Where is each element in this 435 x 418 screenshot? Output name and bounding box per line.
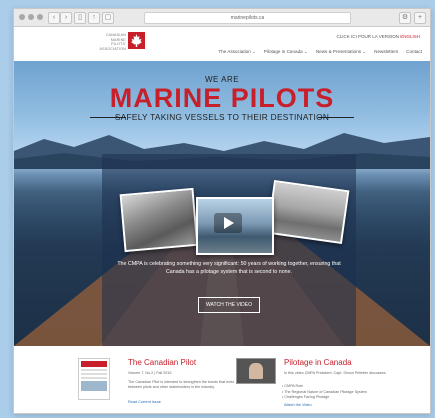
main-nav: The Association ⌄ Pilotage in Canada ⌄ N… (218, 49, 422, 55)
topics-list: CMPA Role The Regional Nature of Canadia… (282, 384, 367, 401)
reader-icon[interactable]: ⚙ (399, 12, 411, 24)
watch-the-video-link[interactable]: Watch the Video (284, 403, 312, 407)
play-icon[interactable] (214, 213, 242, 233)
historic-photo-harbour (119, 187, 199, 253)
issue-label: Volume 7, No.2 | Fall 2015 (128, 371, 172, 375)
share-icon[interactable]: ↑ (88, 12, 100, 24)
nav-item-contact[interactable]: Contact (406, 49, 422, 55)
close-window-icon[interactable] (19, 14, 25, 20)
browser-window: ‹ › ▯ ↑ ▢ marinepilots.ca ⚙ + Canadian M… (13, 8, 431, 414)
newsletter-description: The Canadian Pilot is intended to streng… (128, 380, 234, 389)
newsletter-cover[interactable] (78, 358, 110, 400)
nav-item-association[interactable]: The Association ⌄ (218, 49, 256, 55)
canadian-pilot-heading[interactable]: The Canadian Pilot (128, 358, 196, 367)
hero-caption: The CMPA is celebrating something very s… (117, 261, 341, 275)
tabs-icon[interactable]: ▢ (102, 12, 114, 24)
site-header: Canadian Marine Pilots' Association CLIC… (14, 27, 430, 61)
back-button[interactable]: ‹ (48, 12, 60, 24)
browser-toolbar: ‹ › ▯ ↑ ▢ marinepilots.ca ⚙ + (14, 9, 430, 27)
logo-text[interactable]: Canadian Marine Pilots' Association (96, 33, 126, 51)
language-switch[interactable]: CLICK ICI POUR LA VERSION ENGLISH (336, 34, 420, 39)
nav-item-news[interactable]: News & Presentations ⌄ (316, 49, 366, 55)
pilotage-in-canada-heading[interactable]: Pilotage in Canada (284, 358, 352, 367)
hero-banner: WE ARE MARINE PILOTS SAFELY TAKING VESSE… (14, 61, 430, 346)
list-item: Challenges Facing Pilotage (282, 395, 367, 401)
address-bar[interactable]: marinepilots.ca (144, 12, 351, 24)
maple-leaf-logo-icon[interactable] (128, 32, 145, 49)
new-tab-icon[interactable]: + (414, 12, 426, 24)
minimize-window-icon[interactable] (28, 14, 34, 20)
hero-title: MARINE PILOTS (109, 83, 335, 113)
zoom-window-icon[interactable] (37, 14, 43, 20)
nav-item-newsletters[interactable]: Newsletters (374, 49, 398, 55)
hero-subtitle: SAFELY TAKING VESSELS TO THEIR DESTINATI… (114, 112, 330, 122)
read-current-issue-link[interactable]: Read Current Issue (128, 400, 161, 404)
video-intro: In this video CMPA President, Capt. Simo… (284, 371, 387, 375)
video-thumbnail-small[interactable] (236, 358, 276, 384)
nav-item-pilotage[interactable]: Pilotage in Canada ⌄ (264, 49, 308, 55)
historic-photo-vessel (266, 179, 350, 245)
language-english-link[interactable]: ENGLISH (400, 34, 420, 39)
watch-video-button[interactable]: WATCH THE VIDEO (198, 297, 260, 313)
forward-button[interactable]: › (60, 12, 72, 24)
sidebar-icon[interactable]: ▯ (74, 12, 86, 24)
content-section: The Canadian Pilot Volume 7, No.2 | Fall… (14, 346, 430, 413)
